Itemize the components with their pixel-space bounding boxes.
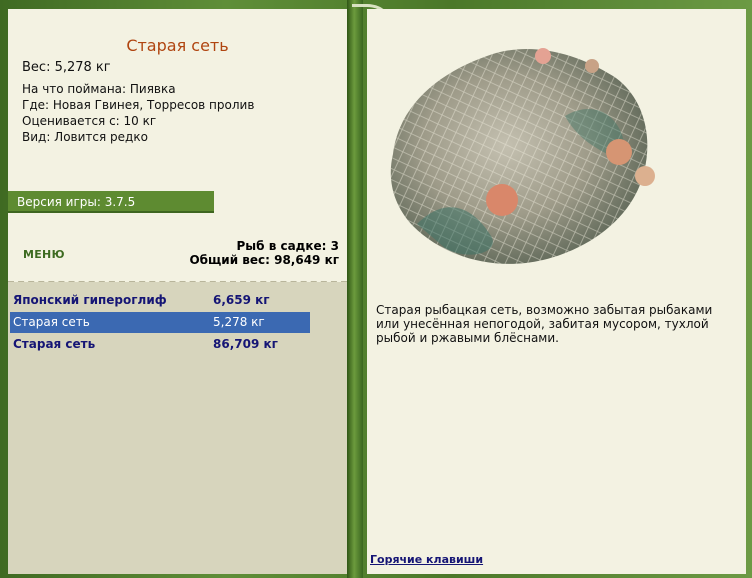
- fish-details-panel: Старая рыбацкая сеть, возможно забытая р…: [367, 9, 746, 574]
- hotkeys-link[interactable]: Горячие клавиши: [370, 553, 483, 566]
- cage-stats: Рыб в садке: 3 Общий вес: 98,649 кг: [189, 239, 339, 267]
- catch-name: Старая сеть: [13, 337, 96, 351]
- catch-weight: 86,709 кг: [213, 337, 278, 351]
- bait-info: На что поймана: Пиявка: [22, 82, 176, 96]
- catch-row[interactable]: Старая сеть 86,709 кг: [10, 334, 310, 355]
- catch-name: Японский гипероглиф: [13, 293, 167, 307]
- catch-weight: 6,659 кг: [213, 293, 270, 307]
- location-info: Где: Новая Гвинея, Торресов пролив: [22, 98, 255, 112]
- fishing-net-image: [390, 48, 655, 264]
- rarity-info: Вид: Ловится редко: [22, 130, 148, 144]
- catch-weight: 5,278 кг: [213, 315, 265, 329]
- fish-info-panel: Старая сеть Вес: 5,278 кг На что поймана…: [8, 9, 347, 574]
- catch-row-selected[interactable]: Старая сеть 5,278 кг: [10, 312, 310, 333]
- catch-name: Старая сеть: [13, 315, 90, 329]
- fish-weight: Вес: 5,278 кг: [22, 60, 111, 75]
- fish-title: Старая сеть: [126, 36, 229, 55]
- total-weight: Общий вес: 98,649 кг: [189, 253, 339, 267]
- fish-count: Рыб в садке: 3: [236, 239, 340, 253]
- menu-button[interactable]: МЕНЮ: [23, 248, 65, 261]
- panel-divider: [347, 0, 363, 578]
- fish-description: Старая рыбацкая сеть, возможно забытая р…: [376, 303, 713, 345]
- version-bar: Версия игры: 3.7.5: [8, 191, 214, 213]
- valuation-info: Оценивается с: 10 кг: [22, 114, 157, 128]
- catch-row[interactable]: Японский гипероглиф 6,659 кг: [10, 290, 310, 311]
